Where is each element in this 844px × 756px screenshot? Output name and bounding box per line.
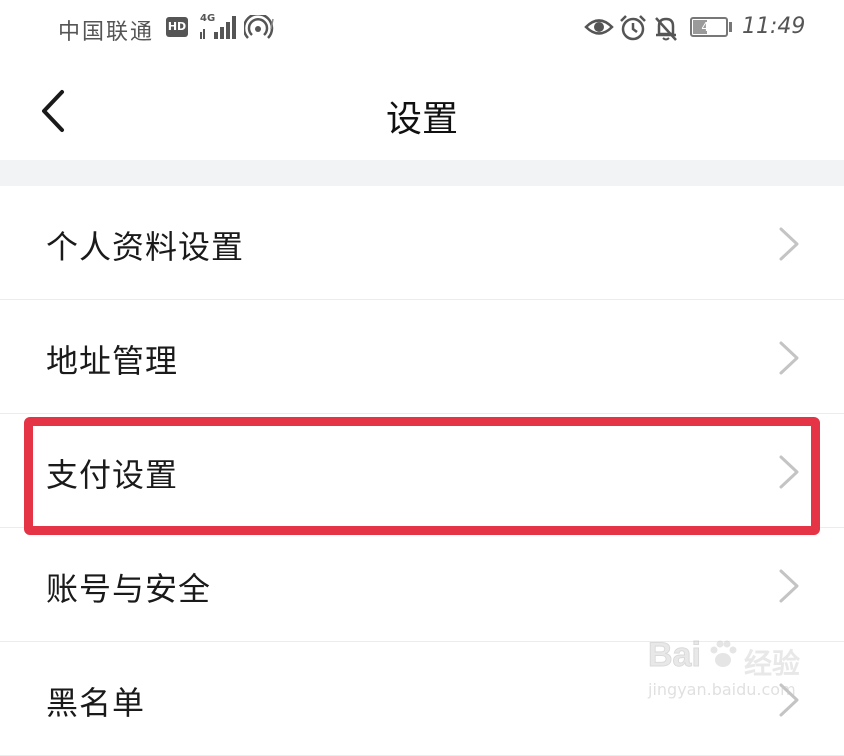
battery-indicator: 47 (690, 17, 728, 37)
chevron-right-icon (779, 227, 799, 261)
battery-level: 47 (701, 20, 717, 34)
chevron-right-icon (779, 341, 799, 375)
app-header: 设置 (0, 56, 844, 160)
watermark-url: jingyan.baidu.com (648, 680, 796, 699)
paw-logo-icon (710, 640, 737, 667)
section-divider (0, 160, 844, 186)
bell-muted-icon (655, 17, 677, 41)
watermark-brand: Bai (648, 636, 702, 675)
menu-item-label: 支付设置 (46, 456, 179, 494)
alarm-clock-icon (620, 15, 646, 41)
menu-item-label: 账号与安全 (46, 570, 212, 608)
menu-item-address-management[interactable]: 地址管理 (0, 300, 844, 414)
menu-item-label: 黑名单 (46, 684, 146, 722)
watermark-brand-suffix: 经验 (744, 647, 801, 680)
chevron-right-icon (779, 569, 799, 603)
battery-cap (729, 22, 732, 32)
menu-item-label: 个人资料设置 (46, 228, 245, 266)
eye-comfort-icon (584, 19, 614, 35)
carrier-name: 中国联通 (58, 20, 155, 45)
menu-item-profile-settings[interactable]: 个人资料设置 (0, 186, 844, 300)
signal-icon (200, 16, 236, 39)
hotspot-icon (244, 15, 274, 39)
menu-item-account-security[interactable]: 账号与安全 (0, 528, 844, 642)
status-bar: 中国联通 HD 4G 47 11:49 (0, 0, 844, 56)
menu-item-label: 地址管理 (46, 342, 179, 380)
hd-badge: HD (166, 17, 188, 37)
baidu-watermark: Bai 经验 jingyan.baidu.com (648, 636, 808, 706)
chevron-right-icon (779, 455, 799, 489)
menu-item-payment-settings[interactable]: 支付设置 (0, 414, 844, 528)
clock: 11:49 (742, 14, 806, 39)
page-title: 设置 (385, 99, 458, 140)
